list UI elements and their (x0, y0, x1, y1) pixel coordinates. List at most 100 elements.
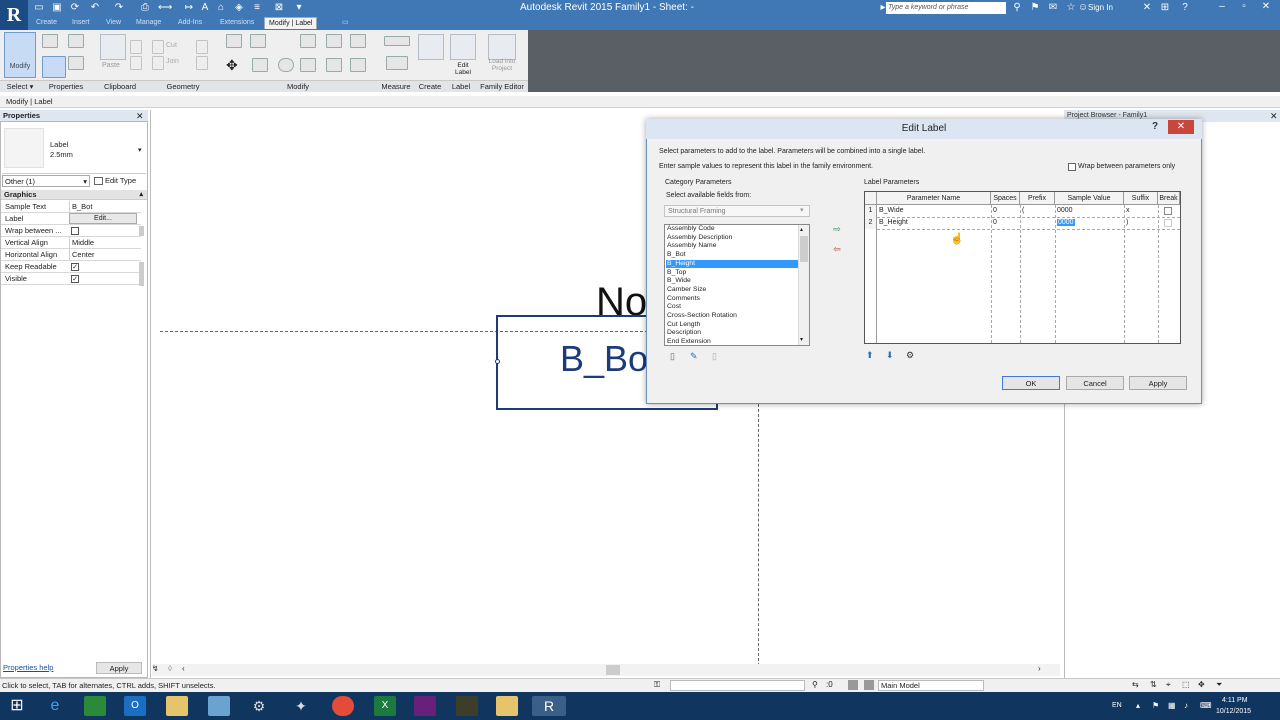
type-properties-icon[interactable] (42, 34, 58, 48)
tab-manage[interactable]: Manage (132, 17, 165, 29)
sample-value-selected[interactable]: 0000 (1057, 219, 1075, 226)
help-icon[interactable]: ? (1178, 2, 1192, 14)
print-icon[interactable]: ⎙ (138, 2, 152, 14)
column-break[interactable]: Break (1158, 192, 1180, 205)
pin-icon[interactable] (350, 34, 366, 48)
join-icon[interactable] (152, 56, 164, 70)
create-similar-icon[interactable] (418, 34, 444, 60)
tab-view[interactable]: View (102, 17, 125, 29)
prop-value[interactable]: Middle (69, 237, 139, 249)
field-item-b-wide[interactable]: B_Wide (666, 277, 798, 286)
cut-icon[interactable] (152, 40, 164, 54)
prop-row-keep-readable[interactable]: Keep Readable ✓ (1, 261, 141, 273)
3d-view-icon[interactable]: ⌂ (214, 2, 228, 14)
filter-icon[interactable]: ⏷ (1216, 680, 1222, 690)
aligned-dimension-icon[interactable] (386, 56, 408, 70)
column-suffix[interactable]: Suffix (1124, 192, 1158, 205)
scale-icon[interactable] (326, 58, 342, 72)
prop-row-sample-text[interactable]: Sample Text B_Bot (1, 201, 141, 213)
delete-icon[interactable] (350, 58, 366, 72)
load-into-project-icon[interactable] (488, 34, 516, 60)
outlook-icon[interactable]: O (124, 696, 146, 716)
app-icon-4[interactable] (456, 696, 478, 716)
select-pinned-icon[interactable]: ⌖ (1166, 680, 1171, 690)
measure-distance-icon[interactable] (384, 36, 410, 46)
cell-suffix[interactable]: ) (1124, 217, 1158, 229)
cell-prefix[interactable] (1020, 217, 1055, 229)
field-item-b-bot[interactable]: B_Bot (666, 251, 798, 260)
apply-button[interactable]: Apply (1129, 376, 1187, 390)
close-hidden-icon[interactable]: ⊠ (272, 2, 286, 14)
move-icon[interactable]: ✥ (226, 58, 242, 72)
cell-parameter-name[interactable]: B_Height (877, 217, 991, 229)
scroll-left-icon[interactable]: ‹ (182, 664, 185, 673)
thin-lines-icon[interactable]: ≡ (250, 2, 264, 14)
select-links-icon[interactable]: ⇆ (1132, 680, 1139, 689)
volume-icon[interactable]: ♪ (1184, 701, 1188, 710)
move-down-icon[interactable]: ⬇ (886, 350, 894, 361)
app-icon-1[interactable] (208, 696, 230, 716)
category-dropdown[interactable]: Structural Framing (664, 205, 810, 217)
store-icon[interactable] (84, 696, 106, 716)
props-scrollbar-thumb[interactable] (139, 262, 144, 286)
dialog-help-icon[interactable]: ? (1152, 121, 1158, 132)
file-explorer-icon[interactable] (166, 696, 188, 716)
minimize-icon[interactable]: – (1212, 0, 1232, 14)
view-control-icon-2[interactable]: ◊ (168, 664, 172, 673)
keep-readable-checkbox[interactable]: ✓ (71, 263, 79, 271)
close-icon[interactable]: ✕ (1270, 110, 1278, 122)
prop-value[interactable]: Center (69, 249, 139, 261)
props-scrollbar[interactable] (139, 226, 144, 236)
scroll-down-icon[interactable]: ▾ (800, 336, 803, 343)
close-window-icon[interactable]: ✕ (1256, 0, 1276, 14)
family-category-icon[interactable] (68, 56, 84, 70)
keyboard-icon[interactable]: ⌨ (1200, 701, 1212, 710)
column-spaces[interactable]: Spaces (991, 192, 1020, 205)
column-sample-value[interactable]: Sample Value (1055, 192, 1124, 205)
visual-studio-icon[interactable] (414, 696, 436, 716)
folder-icon[interactable] (496, 696, 518, 716)
view-control-icon[interactable]: ↯ (152, 664, 159, 673)
revit-taskbar-icon[interactable]: R (532, 696, 566, 716)
tab-modify-label[interactable]: Modify | Label (264, 17, 318, 29)
app-icon-2[interactable]: ⚙ (248, 696, 270, 716)
column-prefix[interactable]: Prefix (1020, 192, 1055, 205)
maximize-icon[interactable]: ▫ (1234, 0, 1254, 14)
clock-date[interactable]: 10/12/2015 (1216, 708, 1251, 715)
panel-select[interactable]: Select ▾ (0, 80, 40, 92)
split-face-icon[interactable] (196, 56, 208, 70)
field-item-assembly-description[interactable]: Assembly Description (666, 234, 798, 243)
properties-help-link[interactable]: Properties help (3, 663, 53, 672)
cell-sample-value[interactable]: 0000 (1055, 205, 1124, 217)
field-item-b-height[interactable]: B_Height (666, 259, 798, 269)
section-icon[interactable]: ◈ (232, 2, 246, 14)
move-up-icon[interactable]: ⬆ (866, 350, 874, 361)
scrollbar-thumb[interactable] (606, 665, 620, 675)
dialog-close-icon[interactable]: ✕ (1168, 120, 1194, 134)
exchange-icon[interactable]: ✕ (1140, 2, 1154, 14)
field-item-b-top[interactable]: B_Top (666, 269, 798, 278)
grip-handle[interactable] (495, 359, 500, 364)
instance-filter-dropdown[interactable]: Other (1) ▾ (2, 175, 90, 187)
text-icon[interactable]: A (198, 2, 212, 14)
field-item-end-extension[interactable]: End Extension (666, 338, 798, 347)
app-icon-3[interactable]: ✦ (290, 696, 312, 716)
prop-row-horizontal-align[interactable]: Horizontal Align Center (1, 249, 141, 261)
cell-spaces[interactable]: 0 (991, 217, 1020, 229)
modify-button[interactable]: Modify (4, 32, 36, 78)
exclude-options-icon[interactable] (864, 680, 874, 690)
prop-value[interactable]: B_Bot (69, 201, 139, 213)
scroll-up-icon[interactable]: ▴ (800, 226, 803, 233)
select-underlay-icon[interactable]: ⇅ (1150, 680, 1157, 689)
sign-in-link[interactable]: Sign In (1088, 3, 1113, 12)
match-icon[interactable] (130, 56, 142, 70)
editable-only-icon[interactable]: ⚲ (812, 680, 818, 689)
offset-icon[interactable] (250, 34, 266, 48)
label-edit-button[interactable]: Edit... (69, 213, 137, 224)
family-types-icon[interactable] (68, 34, 84, 48)
cell-sample-value[interactable]: 0000 (1055, 217, 1124, 229)
field-item-cross-section-rotation[interactable]: Cross-Section Rotation (666, 312, 798, 321)
switch-windows-icon[interactable]: ▾ (292, 2, 306, 14)
dimension-icon[interactable]: ↦ (182, 2, 196, 14)
communication-icon[interactable]: ✉ (1046, 2, 1060, 14)
